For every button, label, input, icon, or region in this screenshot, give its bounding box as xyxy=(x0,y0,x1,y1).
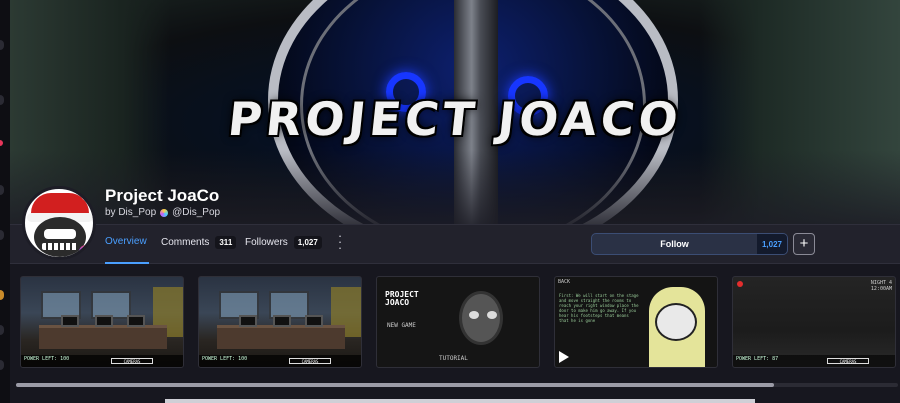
gallery-thumbnail[interactable]: POWER LEFT: 100 CAMERAS xyxy=(20,276,184,368)
rail-server-icon[interactable] xyxy=(0,230,4,240)
game-nav-bar: Overview Comments 311 Followers 1,027 · ·… xyxy=(10,224,900,264)
game-byline: by Dis_Pop @Dis_Pop xyxy=(105,207,220,218)
night-clock: NIGHT 4 12:00AM xyxy=(870,280,892,292)
menu-title: PROJECT JOACO xyxy=(385,290,419,307)
gallery-thumbnail[interactable]: BACK First: We will start on the stage a… xyxy=(554,276,718,368)
rail-server-icon[interactable] xyxy=(0,360,4,370)
rail-active-indicator xyxy=(0,140,3,146)
banner-logo-text: PROJECT JOACO xyxy=(225,92,685,146)
menu-new-game: NEW GAME xyxy=(387,322,416,329)
gallery-thumbnail[interactable]: NIGHT 4 12:00AM POWER LEFT: 87 CAMERAS xyxy=(732,276,896,368)
rainbow-badge-icon xyxy=(79,245,93,257)
gallery-thumbnail[interactable]: POWER LEFT: 100 CAMERAS xyxy=(198,276,362,368)
author-name[interactable]: by Dis_Pop xyxy=(105,207,156,218)
rail-server-icon[interactable] xyxy=(0,40,4,50)
record-icon xyxy=(737,281,743,287)
cameras-button: CAMERAS xyxy=(827,358,869,364)
next-section-edge xyxy=(165,399,755,403)
follow-count: 1,027 xyxy=(757,234,787,254)
cameras-button: CAMERAS xyxy=(111,358,153,364)
cameras-button: CAMERAS xyxy=(289,358,331,364)
power-left-readout: POWER LEFT: 87 xyxy=(733,355,895,367)
rail-server-icon[interactable] xyxy=(0,290,4,300)
screenshot-gallery: POWER LEFT: 100 CAMERAS POWER LEFT: 100 … xyxy=(10,264,900,403)
app-sidebar-rail xyxy=(0,0,10,403)
follow-label: Follow xyxy=(660,239,689,249)
plus-icon[interactable]: + xyxy=(793,233,815,255)
rail-server-icon[interactable] xyxy=(0,185,4,195)
mascot-face xyxy=(459,291,503,345)
play-icon[interactable] xyxy=(559,351,569,363)
power-left-readout: POWER LEFT: 100 xyxy=(199,355,361,367)
follow-button[interactable]: Follow 1,027 xyxy=(591,233,788,255)
game-page: PROJECT JOACO Project JoaCo by Dis_Pop @… xyxy=(0,0,900,403)
vertical-ellipsis-icon[interactable]: · · · xyxy=(336,229,344,254)
menu-tutorial: TUTORIAL xyxy=(439,355,468,362)
verified-badge-icon xyxy=(160,208,169,217)
tab-followers[interactable]: Followers 1,027 xyxy=(245,236,322,249)
game-title: Project JoaCo xyxy=(105,186,220,205)
gallery-scrollbar-thumb[interactable] xyxy=(16,383,774,387)
rail-server-icon[interactable] xyxy=(0,95,4,105)
power-left-readout: POWER LEFT: 100 xyxy=(21,355,183,367)
tutorial-back: BACK xyxy=(558,279,571,285)
comments-count: 311 xyxy=(215,236,237,249)
tab-overview[interactable]: Overview xyxy=(105,236,147,247)
followers-count: 1,027 xyxy=(293,236,322,249)
tab-comments[interactable]: Comments 311 xyxy=(161,236,237,249)
game-avatar[interactable] xyxy=(22,186,96,260)
rail-server-icon[interactable] xyxy=(0,325,4,335)
gallery-thumbnail[interactable]: PROJECT JOACO NEW GAME TUTORIAL xyxy=(376,276,540,368)
tutorial-text: First: We will start on the stage and mo… xyxy=(559,293,639,323)
author-handle[interactable]: @Dis_Pop xyxy=(172,207,220,218)
